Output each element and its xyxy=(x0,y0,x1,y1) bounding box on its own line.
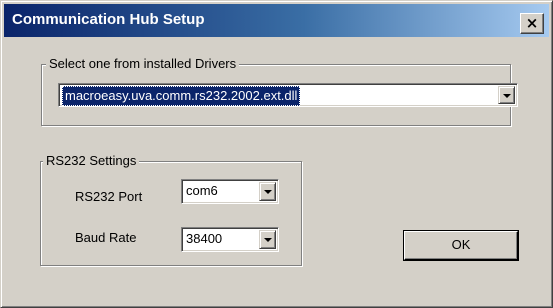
communication-hub-setup-dialog: Communication Hub Setup × Select one fro… xyxy=(0,0,553,308)
rs232-port-dropdown-button[interactable] xyxy=(259,182,276,201)
baud-rate-select[interactable]: 38400 xyxy=(181,227,279,252)
chevron-down-icon xyxy=(264,238,272,242)
drivers-group-label: Select one from installed Drivers xyxy=(46,56,240,71)
window-title: Communication Hub Setup xyxy=(12,11,205,28)
chevron-down-icon xyxy=(264,190,272,194)
title-bar[interactable]: Communication Hub Setup × xyxy=(4,4,549,37)
rs232-port-value: com6 xyxy=(186,183,218,198)
close-icon: × xyxy=(525,14,539,32)
driver-select-value: macroeasy.uva.comm.rs232.2002.ext.dll xyxy=(62,86,301,106)
baud-rate-label: Baud Rate xyxy=(75,230,137,245)
ok-button[interactable]: OK xyxy=(404,231,518,260)
driver-dropdown-button[interactable] xyxy=(498,86,515,104)
rs232-port-label: RS232 Port xyxy=(75,189,143,204)
driver-select[interactable]: macroeasy.uva.comm.rs232.2002.ext.dll xyxy=(58,83,518,107)
chevron-down-icon xyxy=(503,94,511,98)
close-button[interactable]: × xyxy=(520,13,544,34)
rs232-group-label: RS232 Settings xyxy=(43,153,140,168)
baud-rate-dropdown-button[interactable] xyxy=(259,230,276,249)
baud-rate-value: 38400 xyxy=(186,231,223,246)
rs232-port-select[interactable]: com6 xyxy=(181,179,279,204)
